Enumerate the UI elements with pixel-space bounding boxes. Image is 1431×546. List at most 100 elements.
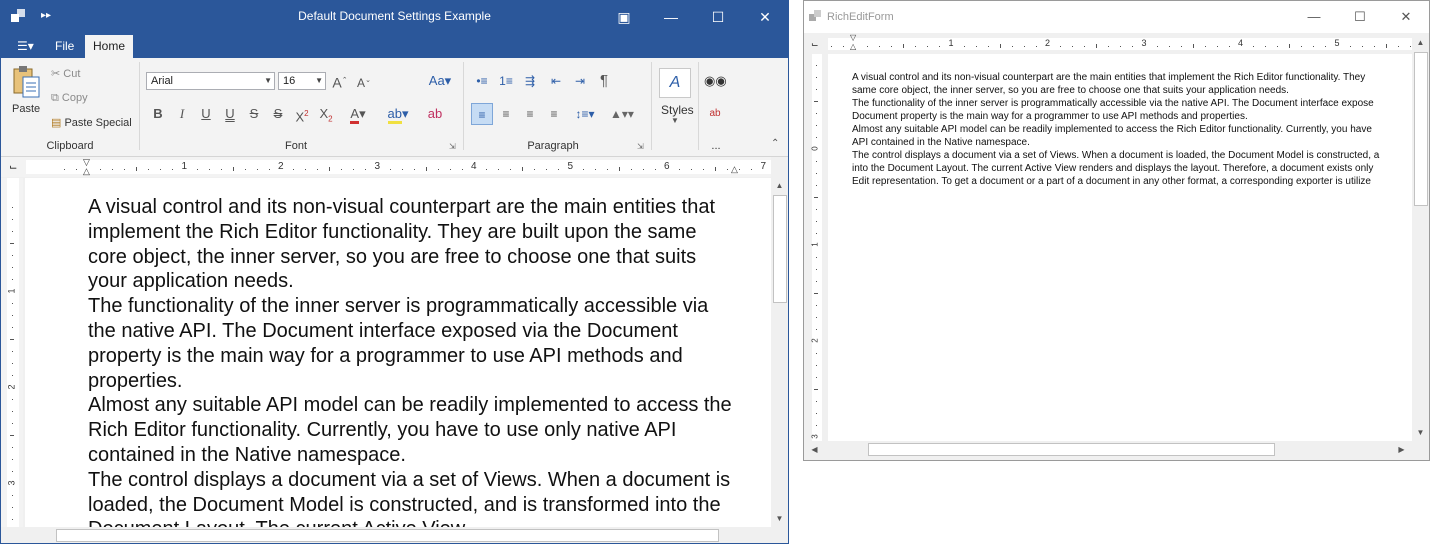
ruler-number: 1 xyxy=(181,161,188,172)
replace-icon[interactable]: ab xyxy=(704,103,726,125)
close-button[interactable]: ✕ xyxy=(742,1,788,33)
scroll-left-icon[interactable]: ◀ xyxy=(806,441,823,458)
paragraph-dialog-launcher-icon[interactable]: ⇲ xyxy=(637,142,644,151)
subscript-icon[interactable]: X2 xyxy=(315,103,337,125)
scroll-down-icon[interactable]: ▼ xyxy=(771,510,788,527)
vertical-scrollbar[interactable]: ▲ ▼ xyxy=(771,177,788,527)
underline-icon[interactable]: U xyxy=(195,103,217,125)
line-spacing-icon[interactable]: ↕≡▾ xyxy=(569,103,601,125)
align-center-icon[interactable]: ≡ xyxy=(495,103,517,125)
minimize-button[interactable]: — xyxy=(1291,1,1337,33)
styles-gallery-icon[interactable]: A xyxy=(659,68,691,98)
horizontal-ruler[interactable]: ⌙ 12345 ▽ △ xyxy=(808,33,1412,53)
document-canvas[interactable]: A visual control and its non-visual coun… xyxy=(25,178,771,527)
multilevel-list-icon[interactable]: ⇶ xyxy=(519,70,541,92)
scroll-up-icon[interactable]: ▲ xyxy=(771,177,788,194)
shading-icon[interactable]: ▲▾▾ xyxy=(605,103,639,125)
grow-font-icon[interactable]: A⌃ xyxy=(329,70,351,92)
paste-special-button[interactable]: ▤ Paste Special xyxy=(51,116,132,129)
find-icon[interactable]: ◉◉ xyxy=(704,70,727,92)
paragraph[interactable]: A visual control and its non-visual coun… xyxy=(88,195,738,294)
first-line-indent-icon[interactable]: ▽ xyxy=(850,33,856,42)
text-line[interactable]: Document property is the main way for a … xyxy=(852,110,1412,123)
align-right-icon[interactable]: ≡ xyxy=(519,103,541,125)
right-indent-icon[interactable]: △ xyxy=(731,164,738,175)
horizontal-scrollbar[interactable] xyxy=(1,527,788,543)
text-line[interactable]: The control displays a document via a se… xyxy=(852,149,1412,162)
align-left-icon[interactable]: ≡ xyxy=(471,103,493,125)
increase-indent-icon[interactable]: ⇥ xyxy=(569,70,591,92)
paragraph[interactable]: The functionality of the inner server is… xyxy=(88,294,738,393)
ruler-tick xyxy=(1301,45,1303,47)
ruler-tick xyxy=(437,168,439,170)
cut-button[interactable]: ✂ Cut xyxy=(51,67,80,80)
scroll-down-icon[interactable]: ▼ xyxy=(1412,424,1429,441)
paste-icon[interactable] xyxy=(9,64,43,104)
ruler-tick xyxy=(63,168,65,170)
font-size-combo[interactable]: 16 ▼ xyxy=(278,72,326,90)
scroll-up-icon[interactable]: ▲ xyxy=(1412,34,1429,51)
text-line[interactable]: API contained in the Native namespace. xyxy=(852,136,1412,149)
left-indent-icon[interactable]: △ xyxy=(850,42,856,51)
text-line[interactable]: Edit representation. To get a document o… xyxy=(852,175,1412,188)
title-bar: RichEditForm — ☐ ✕ xyxy=(804,1,1429,33)
ruler-tick xyxy=(365,168,367,170)
justify-icon[interactable]: ≡ xyxy=(543,103,565,125)
tab-home[interactable]: Home xyxy=(85,35,134,58)
bold-icon[interactable]: B xyxy=(147,103,169,125)
change-case-icon[interactable]: Aa▾ xyxy=(425,70,455,92)
maximize-button[interactable]: ☐ xyxy=(1337,1,1383,33)
font-dialog-launcher-icon[interactable]: ⇲ xyxy=(449,142,456,151)
font-color-icon[interactable]: A▾ xyxy=(341,103,375,125)
double-strikethrough-icon[interactable]: S xyxy=(267,103,289,125)
numbering-icon[interactable]: 1≡ xyxy=(495,70,517,92)
double-underline-icon[interactable]: U xyxy=(219,103,241,125)
text-line[interactable]: The functionality of the inner server is… xyxy=(852,97,1412,110)
styles-button[interactable]: Styles xyxy=(661,103,694,117)
minimize-button[interactable]: — xyxy=(648,1,694,33)
tab-file[interactable]: File xyxy=(47,35,82,58)
horizontal-ruler[interactable]: ⌙ 1234567 ▽ △ △ xyxy=(1,157,771,177)
text-line[interactable]: into the Document Layout. The current Ac… xyxy=(852,162,1412,175)
scroll-thumb[interactable] xyxy=(773,195,787,303)
restore-layout-icon[interactable]: ▣ xyxy=(601,1,647,33)
paragraph[interactable]: Almost any suitable API model can be rea… xyxy=(88,393,738,467)
ruler-tick xyxy=(449,168,451,170)
paste-special-label: Paste Special xyxy=(64,117,132,129)
ruler-tick xyxy=(927,45,929,47)
vertical-scrollbar[interactable]: ▲ ▼ xyxy=(1412,34,1429,441)
ruler-tick xyxy=(11,519,13,520)
show-marks-icon[interactable]: ¶ xyxy=(593,70,615,92)
text-line[interactable]: Almost any suitable API model can be rea… xyxy=(852,123,1412,136)
bullets-icon[interactable]: •≡ xyxy=(471,70,493,92)
collapse-ribbon-icon[interactable]: ⌃ xyxy=(771,138,779,149)
document-body[interactable]: A visual control and its non-visual coun… xyxy=(88,195,738,527)
shrink-font-icon[interactable]: A⌄ xyxy=(353,70,375,92)
ruler-tick xyxy=(815,161,817,162)
paragraph[interactable]: The control displays a document via a se… xyxy=(88,468,738,527)
ruler-tick xyxy=(815,353,817,354)
decrease-indent-icon[interactable]: ⇤ xyxy=(545,70,567,92)
maximize-button[interactable]: ☐ xyxy=(695,1,741,33)
highlight-icon[interactable]: ab▾ xyxy=(381,103,415,125)
scroll-thumb[interactable] xyxy=(1414,52,1428,206)
close-button[interactable]: ✕ xyxy=(1383,1,1429,33)
h-scroll-thumb[interactable] xyxy=(868,443,1275,456)
copy-button[interactable]: ⧉ Copy xyxy=(51,92,88,105)
font-family-combo[interactable]: Arial ▼ xyxy=(146,72,275,90)
left-indent-icon[interactable]: △ xyxy=(83,166,90,177)
clear-format-icon[interactable]: ab xyxy=(424,103,446,125)
group-divider xyxy=(698,62,699,150)
text-line[interactable]: A visual control and its non-visual coun… xyxy=(852,71,1412,84)
strikethrough-icon[interactable]: S xyxy=(243,103,265,125)
h-scroll-thumb[interactable] xyxy=(56,529,719,542)
italic-icon[interactable]: I xyxy=(171,103,193,125)
superscript-icon[interactable]: X2 xyxy=(291,103,313,125)
document-body[interactable]: A visual control and its non-visual coun… xyxy=(852,71,1412,188)
document-canvas[interactable]: A visual control and its non-visual coun… xyxy=(828,54,1412,441)
horizontal-scrollbar[interactable]: ◀ ▶ xyxy=(804,441,1412,458)
paste-button[interactable]: Paste xyxy=(12,103,40,115)
text-line[interactable]: same core object, the inner server, so y… xyxy=(852,84,1412,97)
app-menu-icon[interactable]: ☰▾ xyxy=(9,35,42,58)
scroll-right-icon[interactable]: ▶ xyxy=(1393,441,1410,458)
